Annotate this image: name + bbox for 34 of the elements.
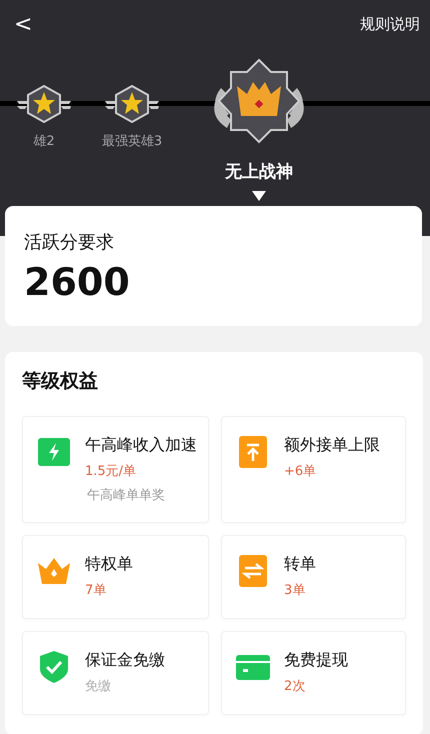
benefit-card[interactable]: 保证金免缴 免缴: [22, 631, 209, 715]
lightning-icon: [37, 435, 71, 469]
pointer-icon: [252, 191, 266, 201]
level-name: 最强英雄3: [102, 133, 162, 150]
benefit-name: 午高峰收入加速: [85, 435, 197, 456]
benefit-card[interactable]: 转单 3单: [221, 535, 406, 619]
benefit-card[interactable]: 午高峰收入加速 1.5元/单 午高峰单单奖: [22, 416, 209, 523]
benefit-name: 额外接单上限: [284, 435, 380, 456]
requirement-label: 活跃分要求: [24, 231, 115, 254]
rules-link[interactable]: 规则说明: [360, 14, 420, 34]
benefit-name: 转单: [284, 554, 316, 575]
benefit-name: 保证金免缴: [85, 650, 165, 671]
level-name: 无上战神: [225, 161, 293, 183]
benefit-note: 午高峰单单奖: [87, 487, 166, 504]
benefit-value: 3单: [284, 582, 306, 599]
benefit-name: 特权单: [85, 554, 133, 575]
benefit-name: 免费提现: [284, 650, 348, 671]
level-name: 雄2: [33, 133, 55, 150]
requirement-value: 2600: [24, 260, 131, 304]
benefit-value: 免缴: [85, 678, 112, 695]
shield-check-icon: [37, 650, 71, 684]
swap-icon: [236, 554, 270, 588]
star-badge-icon: [15, 84, 73, 124]
benefit-value: +6单: [284, 463, 318, 480]
benefits-title: 等级权益: [22, 369, 99, 394]
benefit-card[interactable]: 免费提现 2次: [221, 631, 406, 715]
benefit-value: 7单: [85, 582, 108, 599]
benefit-card[interactable]: 特权单 7单: [22, 535, 209, 619]
star-badge-icon: [103, 84, 161, 124]
benefit-value: 2次: [284, 678, 306, 695]
benefit-card[interactable]: 额外接单上限 +6单: [221, 416, 406, 523]
benefit-value: 1.5元/单: [85, 463, 138, 480]
arrow-up-icon: [236, 435, 270, 469]
back-button[interactable]: <: [10, 12, 36, 36]
